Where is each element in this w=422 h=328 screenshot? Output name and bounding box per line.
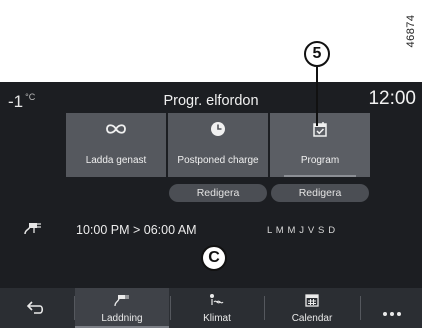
back-button[interactable] bbox=[0, 288, 72, 328]
calendar-icon bbox=[305, 293, 319, 312]
back-arrow-icon bbox=[26, 299, 46, 320]
callout-5: 5 bbox=[304, 41, 330, 67]
clock-icon bbox=[210, 121, 226, 142]
charging-plug-icon bbox=[24, 221, 42, 240]
mode-tile-program[interactable]: Program bbox=[270, 113, 370, 177]
mode-tile-label: Ladda genast bbox=[85, 155, 147, 166]
more-icon bbox=[382, 304, 402, 322]
clock: 12:00 bbox=[368, 88, 416, 109]
callout-c: C bbox=[201, 245, 227, 271]
screen-title: Progr. elfordon bbox=[163, 93, 259, 109]
nav-label: Calendar bbox=[291, 313, 333, 324]
mode-tile-label: Program bbox=[300, 155, 340, 166]
nav-tab-calendar[interactable]: Calendar bbox=[265, 288, 359, 328]
multimedia-screen: -1 °C Progr. elfordon 12:00 Ladda genast … bbox=[0, 82, 422, 328]
bottom-navigation-bar: Laddning Klimat Calendar bbox=[0, 288, 422, 328]
mode-tile-postponed-charge[interactable]: Postponed charge bbox=[168, 113, 268, 177]
figure-reference-number: 46874 bbox=[405, 14, 417, 48]
mode-tile-instant-charge[interactable]: Ladda genast bbox=[66, 113, 166, 177]
nav-tab-laddning[interactable]: Laddning bbox=[75, 288, 169, 328]
nav-label: Laddning bbox=[101, 313, 143, 324]
infinity-icon bbox=[105, 121, 127, 142]
calendar-check-icon bbox=[313, 121, 327, 142]
nav-tab-klimat[interactable]: Klimat bbox=[171, 288, 263, 328]
schedule-time-range[interactable]: 10:00 PM > 06:00 AM bbox=[76, 223, 197, 237]
edit-postponed-button[interactable]: Redigera bbox=[169, 184, 267, 202]
climate-icon bbox=[208, 293, 226, 312]
nav-label: Klimat bbox=[203, 313, 231, 324]
edit-program-button[interactable]: Redigera bbox=[271, 184, 369, 202]
mode-tile-label: Postponed charge bbox=[177, 155, 259, 166]
charging-icon bbox=[114, 293, 130, 312]
more-options-button[interactable] bbox=[361, 288, 422, 328]
schedule-days: L M M J V S D bbox=[267, 225, 336, 236]
